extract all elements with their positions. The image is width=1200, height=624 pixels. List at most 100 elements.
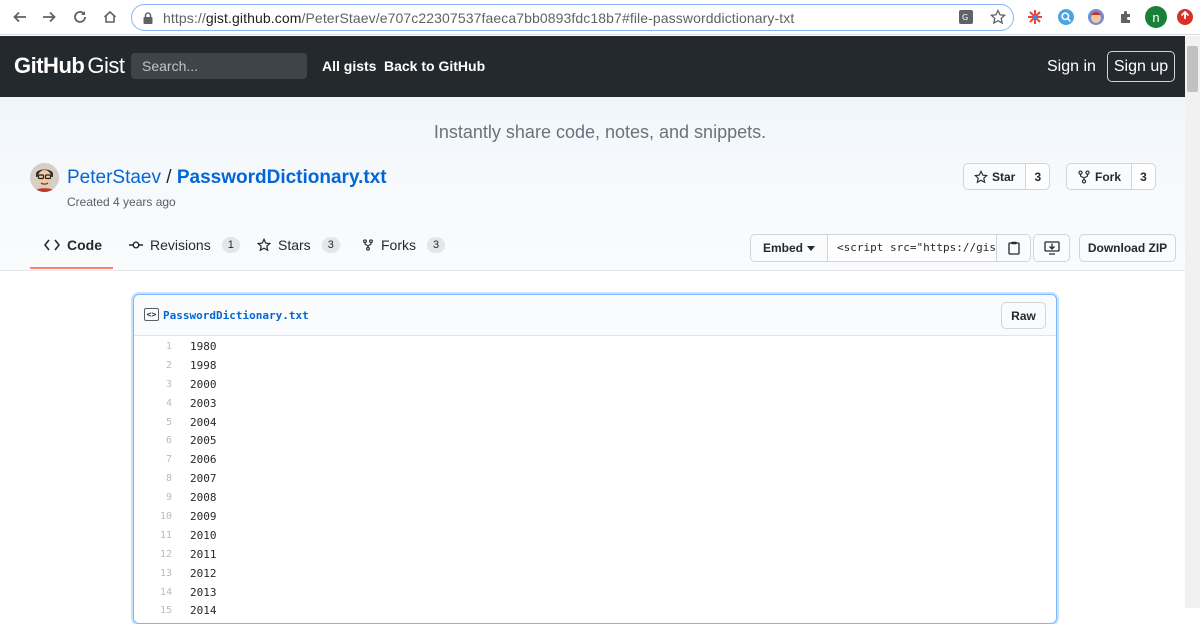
line-number[interactable]: 14 (134, 587, 172, 598)
gist-file-link[interactable]: PasswordDictionary.txt (177, 167, 387, 188)
line-number[interactable]: 8 (134, 473, 172, 484)
line-content: 2000 (190, 377, 217, 391)
line-content: 2004 (190, 415, 217, 429)
line-content: 2012 (190, 566, 217, 580)
line-number[interactable]: 9 (134, 492, 172, 503)
browser-toolbar: https://gist.github.com/PeterStaev/e707c… (0, 0, 1200, 35)
line-content: 2013 (190, 585, 217, 599)
fork-count[interactable]: 3 (1132, 164, 1156, 189)
star-count[interactable]: 3 (1026, 164, 1050, 189)
site-header: GitHub Gist Search... All gists Back to G… (0, 36, 1200, 97)
line-number[interactable]: 5 (134, 417, 172, 428)
commit-icon (129, 241, 143, 249)
address-bar[interactable]: https://gist.github.com/PeterStaev/e707c… (131, 4, 1014, 31)
all-gists-link[interactable]: All gists (322, 58, 376, 74)
copy-to-clipboard-button[interactable] (996, 235, 1031, 261)
code-line: 11 2010 (134, 526, 1056, 545)
file-name-link[interactable]: PasswordDictionary.txt (163, 309, 309, 322)
raw-button[interactable]: Raw (1001, 302, 1046, 329)
code-line: 1 1980 (134, 337, 1056, 356)
update-icon[interactable] (1173, 5, 1197, 29)
embed-dropdown-button[interactable]: Embed (751, 235, 829, 261)
extension-face-icon[interactable] (1084, 5, 1108, 29)
code-line: 2 1998 (134, 356, 1056, 375)
tab-revisions[interactable]: Revisions 1 (129, 237, 240, 253)
active-tab-indicator (30, 267, 113, 269)
line-number[interactable]: 4 (134, 398, 172, 409)
line-content: 2003 (190, 396, 217, 410)
download-zip-button[interactable]: Download ZIP (1079, 234, 1176, 262)
line-content: 2009 (190, 509, 217, 523)
sign-in-link[interactable]: Sign in (1047, 58, 1096, 76)
line-content: 2010 (190, 528, 217, 542)
code-line: 5 2004 (134, 413, 1056, 432)
fork-button[interactable]: Fork (1067, 164, 1133, 189)
tab-forks[interactable]: Forks 3 (362, 237, 446, 253)
line-content: 2005 (190, 434, 217, 448)
author-link[interactable]: PeterStaev (67, 167, 161, 188)
forward-icon[interactable] (34, 2, 64, 32)
search-input[interactable]: Search... (131, 53, 307, 79)
open-in-desktop-button[interactable] (1033, 234, 1070, 262)
line-content: 2011 (190, 547, 217, 561)
github-gist-logo[interactable]: GitHub Gist (14, 53, 125, 79)
code-icon (44, 239, 60, 251)
fork-icon (1078, 169, 1090, 184)
line-content: 1980 (190, 339, 217, 353)
back-to-github-link[interactable]: Back to GitHub (384, 58, 485, 74)
line-number[interactable]: 15 (134, 605, 172, 616)
translate-icon[interactable]: G (957, 8, 975, 26)
line-content: 2008 (190, 491, 217, 505)
file-header: <> PasswordDictionary.txt Raw (134, 295, 1056, 336)
caret-down-icon (807, 245, 816, 251)
line-number[interactable]: 7 (134, 454, 172, 465)
line-content: 2014 (190, 604, 217, 618)
extension-search-icon[interactable] (1054, 5, 1078, 29)
fork-button-group: Fork 3 (1066, 163, 1157, 190)
line-content: 1998 (190, 358, 217, 372)
line-number[interactable]: 10 (134, 511, 172, 522)
profile-avatar[interactable]: n (1144, 5, 1168, 29)
line-number[interactable]: 3 (134, 379, 172, 390)
code-line: 15 2014 (134, 601, 1056, 620)
star-icon (974, 169, 988, 183)
stars-count: 3 (321, 237, 340, 253)
created-date: Created 4 years ago (67, 195, 176, 209)
scrollbar-thumb[interactable] (1187, 46, 1198, 92)
code-lines: 1 1980 2 1998 3 2000 4 2003 5 2004 6 2005 7 2006 8 2007… (134, 336, 1056, 620)
desktop-download-icon (1043, 241, 1060, 255)
reload-icon[interactable] (65, 2, 95, 32)
back-icon[interactable] (5, 2, 35, 32)
line-number[interactable]: 13 (134, 568, 172, 579)
tab-stars[interactable]: Stars 3 (257, 237, 340, 253)
tab-code[interactable]: Code (44, 237, 102, 253)
bookmark-star-icon[interactable] (989, 8, 1007, 26)
code-line: 8 2007 (134, 469, 1056, 488)
gist-header: Instantly share code, notes, and snippet… (0, 97, 1200, 271)
code-line: 13 2012 (134, 564, 1056, 583)
revisions-count: 1 (221, 237, 240, 253)
line-number[interactable]: 2 (134, 360, 172, 371)
gist-title: PeterStaev / PasswordDictionary.txt (67, 167, 387, 188)
line-content: 2007 (190, 472, 217, 486)
author-avatar[interactable] (30, 163, 59, 192)
code-line: 7 2006 (134, 450, 1056, 469)
line-number[interactable]: 12 (134, 549, 172, 560)
lock-icon[interactable] (142, 11, 154, 25)
line-number[interactable]: 11 (134, 530, 172, 541)
sign-up-button[interactable]: Sign up (1107, 51, 1175, 82)
forks-count: 3 (427, 237, 446, 253)
line-number[interactable]: 1 (134, 341, 172, 352)
page-scrollbar[interactable] (1185, 36, 1200, 608)
code-file-icon: <> (144, 308, 159, 321)
line-content: 2006 (190, 453, 217, 467)
url-text: https://gist.github.com/PeterStaev/e707c… (163, 9, 795, 26)
star-button[interactable]: Star (964, 164, 1027, 189)
home-icon[interactable] (95, 2, 125, 32)
extension-pinwheel-icon[interactable] (1023, 5, 1047, 29)
code-line: 9 2008 (134, 488, 1056, 507)
embed-code-input[interactable]: <script src="https://gist (828, 235, 996, 261)
embed-control: Embed <script src="https://gist (750, 234, 1032, 262)
extensions-puzzle-icon[interactable] (1114, 5, 1138, 29)
line-number[interactable]: 6 (134, 435, 172, 446)
